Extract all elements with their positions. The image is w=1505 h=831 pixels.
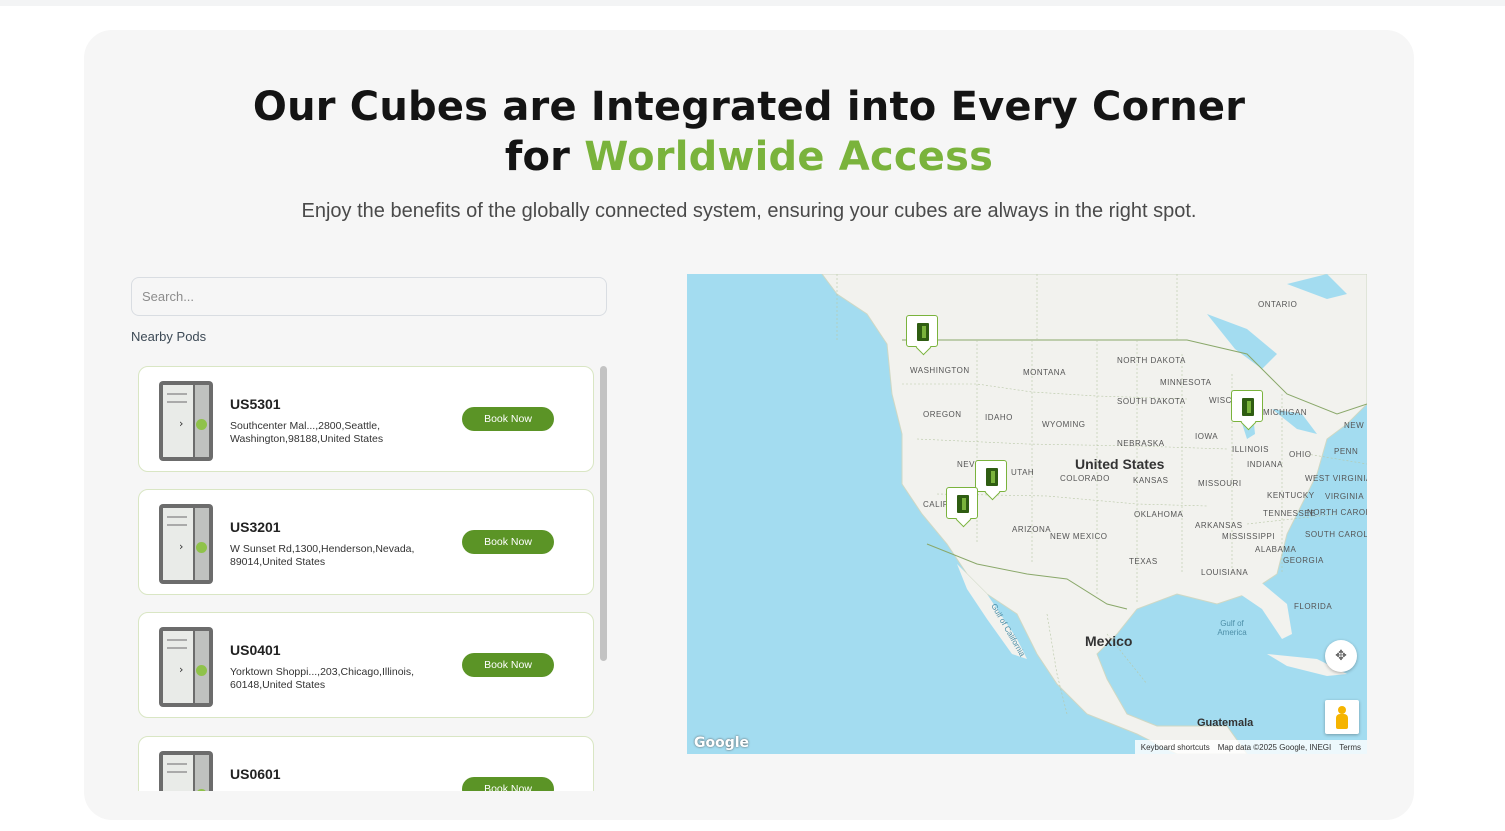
map-label: PENN (1334, 447, 1359, 456)
pod-map-marker[interactable] (1231, 390, 1263, 422)
pod-map-marker[interactable] (906, 315, 938, 347)
map-label: NEW MEXICO (1050, 532, 1108, 541)
pod-image: › (159, 751, 213, 791)
map-country-label: Mexico (1085, 633, 1133, 649)
title-accent: Worldwide Access (584, 134, 994, 180)
pod-list-scrollbar[interactable] (600, 366, 607, 661)
title-line-2-prefix: for (504, 134, 585, 180)
map-label: OHIO (1289, 450, 1312, 459)
map-label: ILLINOIS (1232, 445, 1269, 454)
pod-card[interactable]: › US0601 Book Now (138, 736, 594, 791)
pod-card[interactable]: › US5301 Southcenter Mal...,2800,Seattle… (138, 366, 594, 472)
terms-link[interactable]: Terms (1339, 743, 1361, 752)
map-label: NEV (957, 460, 975, 469)
map-label: SOUTH CAROLINA (1305, 530, 1367, 539)
pod-code: US5301 (230, 396, 281, 412)
pod-image: › (159, 504, 213, 584)
pod-code: US3201 (230, 519, 281, 535)
book-now-button[interactable]: Book Now (462, 653, 554, 677)
pod-card[interactable]: › US0401 Yorktown Shoppi...,203,Chicago,… (138, 612, 594, 718)
map-label: WASHINGTON (910, 366, 970, 375)
map-label: ALABAMA (1255, 545, 1297, 554)
map-label: LOUISIANA (1201, 568, 1249, 577)
map-label: NORTH DAKOTA (1117, 356, 1186, 365)
map-label: ARIZONA (1012, 525, 1052, 534)
hero: Our Cubes are Integrated into Every Corn… (84, 82, 1414, 223)
pod-code: US0601 (230, 766, 281, 782)
pod-address: W Sunset Rd,1300,Henderson,Nevada, 89014… (230, 543, 415, 568)
locations-section: Our Cubes are Integrated into Every Corn… (84, 30, 1414, 820)
nearby-pods-label: Nearby Pods (131, 329, 207, 344)
pod-address: Southcenter Mal...,2800,Seattle, Washing… (230, 420, 384, 445)
page-subtitle: Enjoy the benefits of the globally conne… (301, 200, 1197, 222)
map-label: WEST VIRGINIA (1305, 474, 1367, 483)
map-label: FLORIDA (1294, 602, 1333, 611)
map-label: WYOMING (1042, 420, 1086, 429)
title-line-1: Our Cubes are Integrated into Every Corn… (252, 84, 1246, 130)
map-label: GEORGIA (1283, 556, 1324, 565)
map-label: WISC (1209, 396, 1232, 405)
map-label: TEXAS (1129, 557, 1158, 566)
map-label: CALIF (923, 500, 949, 509)
map-label: MICHIGAN (1263, 408, 1307, 417)
map-label: ONTARIO (1258, 300, 1298, 309)
map-label: MINNESOTA (1160, 378, 1212, 387)
map-data-credit: Map data ©2025 Google, INEGI (1217, 742, 1332, 752)
street-view-pegman[interactable] (1325, 700, 1359, 734)
page-title: Our Cubes are Integrated into Every Corn… (84, 82, 1414, 182)
pod-list[interactable]: › US5301 Southcenter Mal...,2800,Seattle… (138, 366, 596, 791)
map-label: INDIANA (1247, 460, 1283, 469)
map-label: COLORADO (1060, 474, 1110, 483)
pod-map-marker[interactable] (946, 487, 978, 519)
pod-code: US0401 (230, 642, 281, 658)
map-label: OREGON (923, 410, 962, 419)
map-recenter-button[interactable]: ✥ (1325, 640, 1357, 672)
map-country-label: United States (1075, 456, 1165, 472)
map-label: OKLAHOMA (1134, 510, 1184, 519)
map-label: IDAHO (985, 413, 1013, 422)
map-label: MONTANA (1023, 368, 1066, 377)
map-label: NEBRASKA (1117, 439, 1165, 448)
pod-card[interactable]: › US3201 W Sunset Rd,1300,Henderson,Neva… (138, 489, 594, 595)
keyboard-shortcuts-link[interactable]: Keyboard shortcuts (1141, 743, 1210, 752)
google-logo: Google (694, 735, 750, 751)
book-now-button[interactable]: Book Now (462, 777, 554, 791)
map[interactable]: ONTARIO WASHINGTON OREGON IDAHO MONTANA … (687, 274, 1367, 754)
top-bar (0, 0, 1505, 6)
map-label: NEW (1344, 421, 1365, 430)
map-attribution: Keyboard shortcuts Map data ©2025 Google… (1134, 740, 1367, 754)
map-label: VIRGINIA (1325, 492, 1365, 501)
pod-image: › (159, 381, 213, 461)
move-arrows-icon: ✥ (1335, 648, 1347, 664)
map-label: SOUTH DAKOTA (1117, 397, 1186, 406)
pod-map-marker[interactable] (975, 460, 1007, 492)
map-label: UTAH (1011, 468, 1035, 477)
map-label: ARKANSAS (1195, 521, 1243, 530)
pod-address: Yorktown Shoppi...,203,Chicago,Illinois,… (230, 666, 415, 691)
map-country-label: Guatemala (1197, 717, 1254, 729)
search-input[interactable] (131, 277, 607, 316)
book-now-button[interactable]: Book Now (462, 407, 554, 431)
book-now-button[interactable]: Book Now (462, 530, 554, 554)
map-label: NORTH CAROLINA (1307, 508, 1367, 517)
map-label: MISSOURI (1198, 479, 1242, 488)
map-label: KANSAS (1133, 476, 1169, 485)
map-water-label: Gulf of America (1217, 619, 1247, 637)
map-label: IOWA (1195, 432, 1219, 441)
map-label: KENTUCKY (1267, 491, 1315, 500)
map-label: MISSISSIPPI (1222, 532, 1276, 541)
pod-image: › (159, 627, 213, 707)
